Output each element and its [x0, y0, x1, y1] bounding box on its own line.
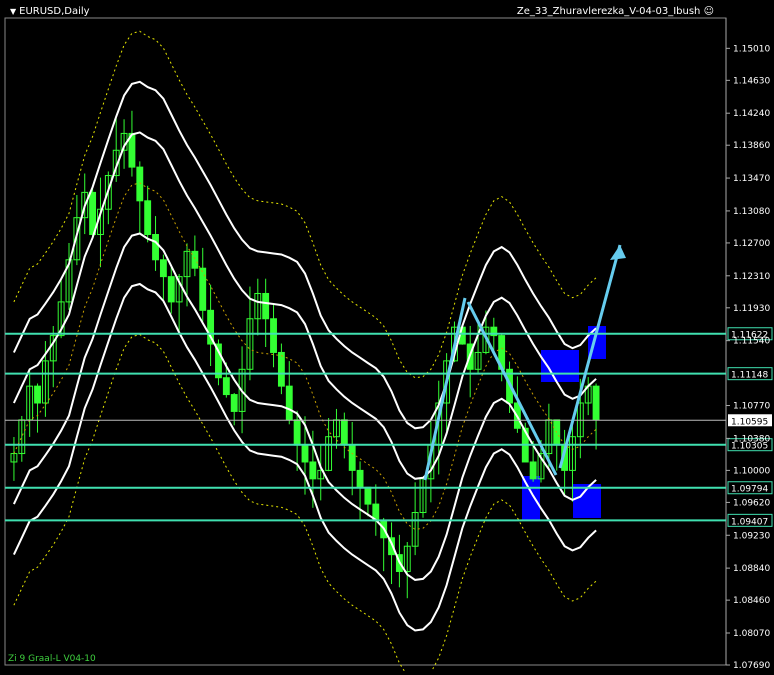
candle-body — [159, 259, 167, 278]
smiley-icon[interactable]: ☺ — [704, 6, 714, 17]
candle-body — [348, 444, 356, 471]
level-label: 1.09407 — [731, 517, 768, 527]
zigzag-arrow-line — [466, 301, 558, 476]
candle-body — [309, 461, 317, 480]
y-tick-label: 1.12700 — [733, 239, 770, 249]
candle-body — [270, 318, 277, 353]
candle-body — [529, 461, 537, 480]
footer-label: Zi 9 Graal-L V04-10 — [8, 654, 96, 664]
indicator-title: Ze_33_Zhuravlerezka_V-04-03_Ibush ☺ — [517, 6, 714, 17]
y-tick-label: 1.10380 — [733, 434, 770, 444]
y-tick-label: 1.13860 — [733, 141, 770, 151]
candle-body — [136, 166, 144, 202]
candle-body — [144, 200, 152, 236]
candle-body — [34, 385, 41, 404]
level-label: 1.09794 — [731, 485, 768, 495]
y-tick-label: 1.09230 — [733, 531, 770, 541]
y-tick-label: 1.08070 — [733, 629, 770, 639]
y-tick-label: 1.08840 — [733, 564, 770, 574]
y-tick-label: 1.07690 — [733, 661, 770, 671]
y-tick-label: 1.14240 — [733, 109, 770, 119]
candle-body — [340, 419, 348, 446]
candle-body — [285, 385, 293, 421]
y-tick-label: 1.12310 — [733, 272, 770, 282]
current-price-label: 1.10595 — [731, 417, 768, 427]
level-label: 1.11148 — [731, 371, 768, 381]
y-tick-label: 1.10770 — [733, 402, 770, 412]
symbol-label: EURUSD,Daily — [19, 6, 90, 17]
price-chart[interactable]: 1.116221.111481.103051.097941.094071.105… — [0, 0, 774, 675]
y-tick-label: 1.13080 — [733, 207, 770, 217]
y-tick-label: 1.15010 — [733, 44, 770, 54]
y-tick-label: 1.14630 — [733, 76, 770, 86]
y-tick-label: 1.11930 — [733, 304, 770, 314]
candle-body — [199, 267, 207, 311]
y-tick-label: 1.10000 — [733, 466, 770, 476]
chart-window: 1.11622 1.11148 1.10305 1.09794 1.09407 1.105… — [0, 0, 774, 675]
candle-body — [167, 276, 175, 303]
candle-body — [222, 377, 230, 396]
candle-body — [152, 234, 159, 261]
y-tick-label: 1.09620 — [733, 498, 770, 508]
candle-body — [364, 486, 372, 505]
dropdown-arrow-icon[interactable]: ▼ — [10, 7, 16, 16]
candle-body — [277, 351, 285, 387]
candle-body — [301, 444, 309, 463]
y-tick-label: 1.11540 — [733, 337, 770, 347]
candle-body — [293, 419, 301, 446]
symbol-title: ▼ EURUSD,Daily — [10, 6, 90, 17]
plot-border — [4, 17, 727, 666]
y-tick-label: 1.13470 — [733, 174, 770, 184]
candle-body — [262, 292, 270, 320]
candle-body — [356, 469, 364, 488]
candle-body — [230, 394, 238, 412]
indicator-name: Ze_33_Zhuravlerezka_V-04-03_Ibush — [516, 6, 701, 17]
bollinger-band — [12, 232, 597, 581]
candle-body — [592, 385, 600, 421]
y-tick-label: 1.08460 — [733, 596, 770, 606]
candle-body — [191, 250, 199, 269]
